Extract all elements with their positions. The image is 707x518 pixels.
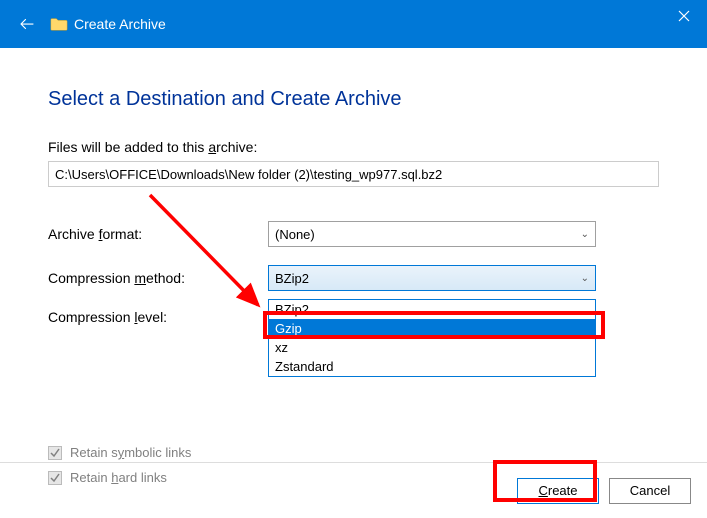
content-area: Select a Destination and Create Archive … [0, 48, 707, 485]
window-title: Create Archive [74, 16, 166, 32]
back-button[interactable] [16, 13, 38, 35]
cancel-button[interactable]: Cancel [609, 478, 691, 504]
retain-symbolic-links-row: Retain symbolic links [48, 445, 659, 460]
folder-icon [50, 16, 68, 32]
chevron-down-icon: ⌄ [581, 229, 589, 240]
option-zstandard[interactable]: Zstandard [269, 357, 595, 376]
archive-format-label: Archive format: [48, 226, 268, 242]
compression-method-dropdown[interactable]: BZip2 ⌄ [268, 265, 596, 291]
option-bzip2[interactable]: BZip2 [269, 300, 595, 319]
archive-format-dropdown[interactable]: (None) ⌄ [268, 221, 596, 247]
page-heading: Select a Destination and Create Archive [48, 88, 659, 111]
chevron-down-icon: ⌄ [581, 273, 589, 284]
option-gzip[interactable]: Gzip [269, 319, 595, 338]
archive-format-row: Archive format: (None) ⌄ [48, 221, 659, 247]
create-button[interactable]: Create [517, 478, 599, 504]
archive-path-input[interactable] [48, 161, 659, 187]
close-icon [678, 10, 690, 22]
retain-symbolic-links-checkbox[interactable] [48, 446, 62, 460]
check-icon [50, 448, 60, 458]
compression-method-options: BZip2 Gzip xz Zstandard [268, 299, 596, 377]
close-button[interactable] [661, 0, 707, 32]
option-xz[interactable]: xz [269, 338, 595, 357]
retain-symbolic-links-label: Retain symbolic links [70, 445, 191, 460]
compression-method-label: Compression method: [48, 270, 268, 286]
archive-path-label: Files will be added to this archive: [48, 139, 659, 155]
compression-method-row: Compression method: BZip2 ⌄ [48, 265, 659, 291]
footer: Create Cancel [0, 462, 707, 518]
titlebar: Create Archive [0, 0, 707, 48]
arrow-left-icon [18, 15, 36, 33]
compression-level-label: Compression level: [48, 309, 268, 325]
